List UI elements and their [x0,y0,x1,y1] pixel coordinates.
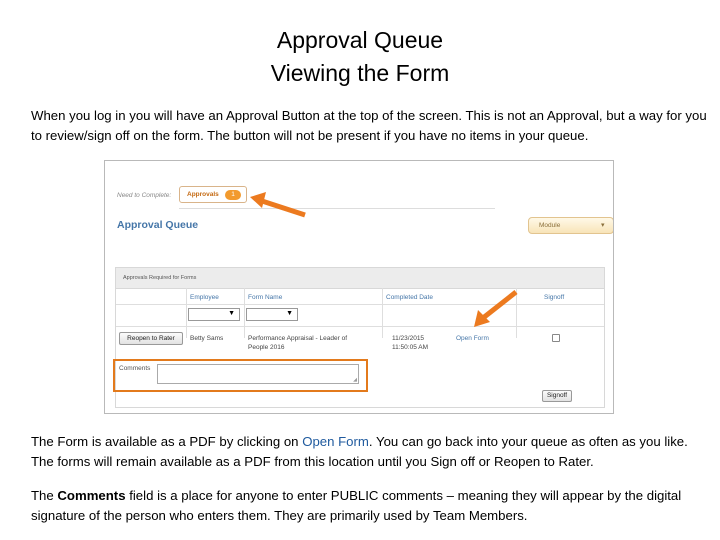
text-run: The [31,488,58,503]
form-name-line: People 2016 [248,344,285,351]
completed-date-line: 11/23/2015 [392,335,425,342]
form-name-filter-select[interactable]: ▼ [246,308,298,321]
column-header-completed-date[interactable]: Completed Date [386,294,433,301]
text-run: field is a place for anyone to enter PUB… [31,488,682,523]
signoff-checkbox[interactable] [552,334,560,342]
caret-down-icon: ▼ [286,310,293,317]
column-divider [516,288,517,338]
approvals-count-badge: 1 [225,190,241,200]
text-run: The Form is available as a PDF by clicki… [31,434,303,449]
comments-bold-text: Comments [57,488,126,503]
form-name-cell: Performance Appraisal - Leader of People… [248,334,347,352]
column-header-employee[interactable]: Employee [190,294,219,301]
row-divider [116,326,604,327]
column-divider [382,288,383,338]
form-name-line: Performance Appraisal - Leader of [248,335,347,342]
comments-textarea[interactable]: ◢ [157,364,359,384]
module-dropdown-label: Module [539,222,561,229]
module-dropdown[interactable]: Module ▾ [528,217,613,234]
column-divider [244,288,245,338]
page-subtitle: Viewing the Form [270,60,450,86]
signoff-button[interactable]: Signoff [542,390,572,402]
queue-title: Approval Queue [117,219,199,231]
employee-cell: Betty Sams [190,335,224,342]
comments-paragraph: The Comments field is a place for anyone… [31,486,711,526]
approval-queue-screenshot: Need to Complete: Approvals 1 Approval Q… [104,160,614,414]
table-caption-bar: Approvals Required for Forms [116,268,604,289]
open-form-text: Open Form [302,434,369,449]
comments-highlight: Comments ◢ [113,359,368,392]
column-divider [186,288,187,338]
approvals-button-label: Approvals [187,191,219,198]
open-form-paragraph: The Form is available as a PDF by clicki… [31,432,711,472]
reopen-to-rater-button[interactable]: Reopen to Rater [119,332,183,345]
chevron-down-icon: ▾ [601,222,605,229]
column-header-form-name[interactable]: Form Name [248,294,282,301]
resize-grip-icon[interactable]: ◢ [353,377,357,383]
need-to-complete-label: Need to Complete: [117,192,172,199]
column-header-signoff[interactable]: Signoff [544,294,564,301]
completed-date-cell: 11/23/2015 11:50:05 AM [392,334,428,352]
employee-filter-select[interactable]: ▼ [188,308,240,321]
open-form-link[interactable]: Open Form [456,334,489,343]
caret-down-icon: ▼ [228,310,235,317]
completed-time-line: 11:50:05 AM [392,344,429,351]
table-caption: Approvals Required for Forms [123,275,197,281]
page-title: Approval Queue [276,27,444,53]
row-divider [116,304,604,305]
comments-label: Comments [119,365,151,372]
intro-paragraph: When you log in you will have an Approva… [31,108,707,143]
divider [179,208,495,209]
approvals-button[interactable]: Approvals 1 [179,186,247,203]
